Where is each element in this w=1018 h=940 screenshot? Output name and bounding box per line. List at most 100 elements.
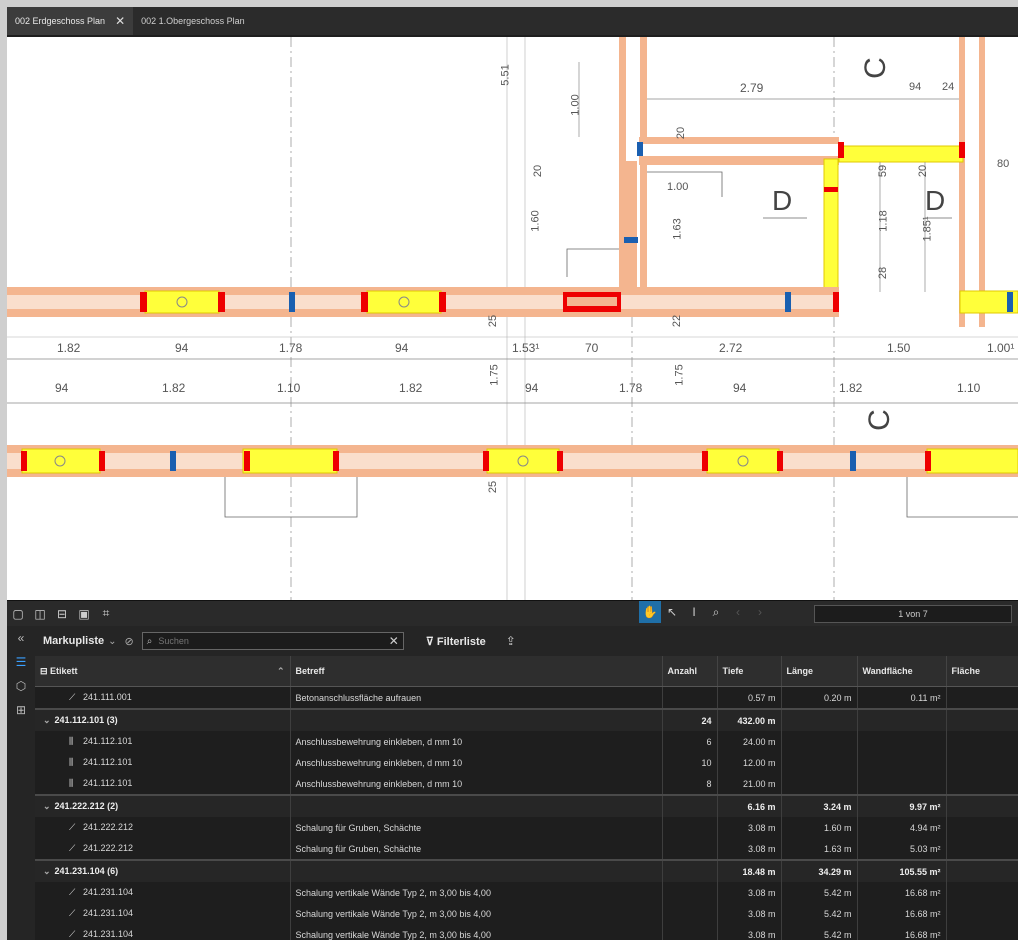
export-icon[interactable]: ⇪ [506, 634, 516, 648]
cell-laenge: 0.20 m [781, 686, 858, 709]
group-row[interactable]: ⌄ 241.112.101 (3) 24 432.00 m [35, 708, 1018, 731]
length-markup-icon: ⟋ [69, 843, 76, 853]
dimension-label: 94 [55, 381, 69, 395]
cell-label: ⟋ 241.231.104 [35, 924, 291, 940]
drawing-canvas[interactable]: 1.82 94 1.78 94 1.53¹ 70 2.72 1.50 1.00¹… [7, 37, 1018, 600]
split-vertical-icon[interactable]: ◫ [29, 603, 51, 625]
cell-betreff: Betonanschlussfläche aufrauen [290, 686, 663, 709]
dimension-label: 1.18 [877, 210, 890, 232]
crop-icon[interactable]: ⌗ [95, 603, 117, 625]
chevron-down-icon[interactable]: ⌄ [43, 866, 51, 876]
dimension-label: 20 [917, 164, 930, 178]
dimension-label: 1.78 [619, 381, 643, 395]
cell-anzahl [662, 817, 718, 838]
cell-anzahl [662, 838, 718, 860]
cell-tiefe: 3.08 m [717, 903, 782, 924]
cell-flaeche [946, 882, 1018, 903]
collapse-icon[interactable]: « [7, 626, 35, 650]
studio-icon[interactable]: ⊞ [7, 698, 35, 722]
markup-list-title[interactable]: Markupliste [43, 635, 104, 647]
col-tiefe[interactable]: Tiefe [717, 656, 782, 687]
list-icon[interactable]: ☰ [7, 650, 35, 674]
dimension-label: 1.50 [887, 341, 911, 355]
clear-icon[interactable]: ✕ [389, 634, 399, 648]
section-label: C [862, 409, 896, 431]
table-row[interactable]: ⫼ 241.112.101 Anschlussbewehrung einkleben… [35, 731, 1018, 752]
table-row[interactable]: ⟋ 241.111.001 Betonanschlussfläche aufraue… [35, 686, 1018, 709]
search-input[interactable] [156, 635, 371, 647]
search-field[interactable]: ⌕ ✕ [141, 632, 404, 650]
dimension-label: 1.82 [839, 381, 863, 395]
cell-wand [857, 752, 947, 773]
group-row[interactable]: ⌄ 241.231.104 (6) 18.48 m 34.29 m 105.55 m² [35, 859, 1018, 882]
cell-betreff: Schalung vertikale Wände Typ 2, m 3,00 b… [290, 924, 663, 940]
cell-flaeche [946, 794, 1018, 817]
label-text: 241.112.101 [83, 736, 133, 746]
dimension-label: 1.85¹ [921, 216, 934, 242]
col-etikett[interactable]: ⊟ Etikett ⌃ [35, 656, 291, 687]
cell-tiefe: 432.00 m [717, 708, 782, 731]
table-row[interactable]: ⟋ 241.231.104 Schalung vertikale Wände Typ… [35, 903, 1018, 924]
pan-hand-icon[interactable]: ✋ [639, 601, 661, 623]
column-label: Etikett [50, 665, 78, 676]
label-text: 241.112.101 [83, 757, 133, 767]
col-betreff[interactable]: Betreff [290, 656, 663, 687]
col-flaeche[interactable]: Fläche [946, 656, 1018, 687]
cell-wand [857, 773, 947, 795]
panel-toggle-icon[interactable]: ▢ [7, 603, 29, 625]
cell-label: ⟋ 241.222.212 [35, 817, 291, 838]
dimension-label: 94 [395, 341, 409, 355]
cell-flaeche [946, 731, 1018, 752]
cell-anzahl: 24 [662, 708, 718, 731]
table-row[interactable]: ⟋ 241.222.212 Schalung für Gruben, Schächt… [35, 838, 1018, 860]
table-row[interactable]: ⟋ 241.231.104 Schalung vertikale Wände Typ… [35, 924, 1018, 940]
count-markup-icon: ⫼ [69, 757, 74, 767]
cell-betreff: Anschlussbewehrung einkleben, d mm 10 [290, 752, 663, 773]
cell-anzahl [662, 903, 718, 924]
cell-laenge: 34.29 m [781, 859, 858, 882]
table-row[interactable]: ⫼ 241.112.101 Anschlussbewehrung einkleben… [35, 773, 1018, 795]
chevron-down-icon[interactable]: ⌄ [108, 636, 116, 647]
cell-wand: 16.68 m² [857, 882, 947, 903]
zoom-icon[interactable]: ⌕ [705, 601, 727, 623]
dimension-label: 1.82 [57, 341, 81, 355]
table-row[interactable]: ⫼ 241.112.101 Anschlussbewehrung einkleben… [35, 752, 1018, 773]
snapshot-icon[interactable]: ▣ [73, 603, 95, 625]
collapse-all-icon[interactable]: ⊟ [40, 666, 50, 676]
cell-betreff [290, 794, 663, 817]
dimension-label: 5.51 [499, 64, 512, 86]
label-text: 241.222.212 (2) [54, 801, 119, 811]
col-wandflaeche[interactable]: Wandfläche [857, 656, 947, 687]
tab-obergeschoss[interactable]: 002 1.Obergeschoss Plan [133, 7, 253, 35]
cell-label: ⟋ 241.222.212 [35, 838, 291, 860]
chevron-down-icon[interactable]: ⌄ [43, 801, 51, 811]
tab-erdgeschoss[interactable]: 002 Erdgeschoss Plan ✕ [7, 7, 134, 35]
model-icon[interactable]: ⬡ [7, 674, 35, 698]
left-rail: « ☰ ⬡ ⊞ [7, 626, 36, 940]
section-label: D [772, 185, 793, 216]
next-page-icon[interactable]: › [749, 601, 771, 623]
close-icon[interactable]: ✕ [115, 14, 125, 28]
chevron-down-icon[interactable]: ⌄ [43, 715, 51, 725]
table-row[interactable]: ⟋ 241.231.104 Schalung vertikale Wände Typ… [35, 882, 1018, 903]
col-laenge[interactable]: Länge [781, 656, 858, 687]
page-indicator[interactable]: 1 von 7 [814, 605, 1012, 623]
hide-eye-icon[interactable]: ⊘ [125, 635, 134, 648]
cell-laenge: 1.63 m [781, 838, 858, 860]
cell-tiefe: 18.48 m [717, 859, 782, 882]
prev-page-icon[interactable]: ‹ [727, 601, 749, 623]
filter-button[interactable]: ⊽ Filterliste [426, 635, 486, 648]
length-markup-icon: ⟋ [69, 887, 76, 897]
sort-icon[interactable]: ⌃ [277, 666, 285, 677]
select-arrow-icon[interactable]: ↖ [661, 601, 683, 623]
text-select-icon[interactable]: I [683, 601, 705, 623]
col-anzahl[interactable]: Anzahl [662, 656, 718, 687]
dimension-label: 1.10 [957, 381, 981, 395]
split-horizontal-icon[interactable]: ⊟ [51, 603, 73, 625]
cell-tiefe: 0.57 m [717, 686, 782, 709]
cell-label: ⌄ 241.231.104 (6) [35, 859, 291, 882]
dimension-label: 20 [532, 164, 545, 178]
dimension-label: 1.00 [569, 94, 582, 116]
group-row[interactable]: ⌄ 241.222.212 (2) 6.16 m 3.24 m 9.97 m² [35, 794, 1018, 817]
table-row[interactable]: ⟋ 241.222.212 Schalung für Gruben, Schächt… [35, 817, 1018, 838]
